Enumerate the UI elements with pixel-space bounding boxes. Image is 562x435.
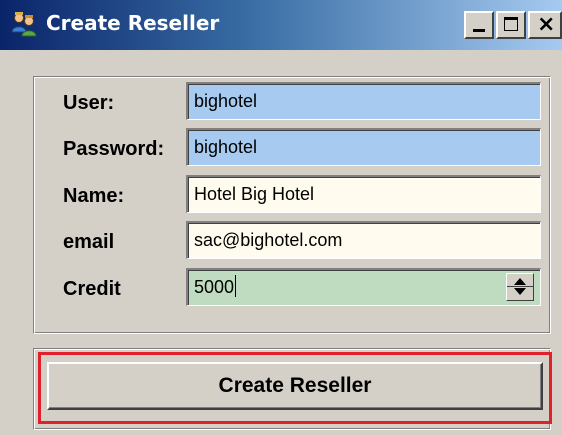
spin-up-arrow-icon[interactable]: [514, 278, 526, 285]
maximize-button[interactable]: [496, 11, 526, 39]
minimize-button[interactable]: [464, 11, 494, 39]
password-field[interactable]: bighotel: [186, 128, 541, 166]
spin-divider: [507, 286, 533, 287]
user-field[interactable]: bighotel: [186, 82, 541, 120]
spin-down-arrow-icon[interactable]: [514, 288, 526, 295]
close-icon: ×: [537, 12, 556, 37]
text-cursor: [235, 275, 237, 297]
title-bar[interactable]: Create Reseller ×: [0, 0, 562, 50]
name-field[interactable]: Hotel Big Hotel: [186, 175, 541, 213]
window-title: Create Reseller: [46, 11, 220, 35]
name-label: Name:: [63, 185, 125, 207]
credit-label: Credit: [63, 278, 121, 300]
credit-value: 5000: [194, 277, 235, 297]
email-field[interactable]: sac@bighotel.com: [186, 221, 541, 259]
user-label: User:: [63, 92, 115, 114]
credit-spinner-field[interactable]: 5000: [186, 268, 541, 306]
email-label: email: [63, 231, 115, 253]
close-button[interactable]: ×: [528, 11, 562, 39]
create-reseller-button[interactable]: Create Reseller: [47, 362, 543, 410]
users-icon: [11, 12, 37, 37]
password-label: Password:: [63, 138, 165, 160]
create-reseller-window: Create Reseller × User: bighotel Passwor…: [0, 0, 562, 435]
credit-spin-buttons[interactable]: [506, 273, 534, 301]
